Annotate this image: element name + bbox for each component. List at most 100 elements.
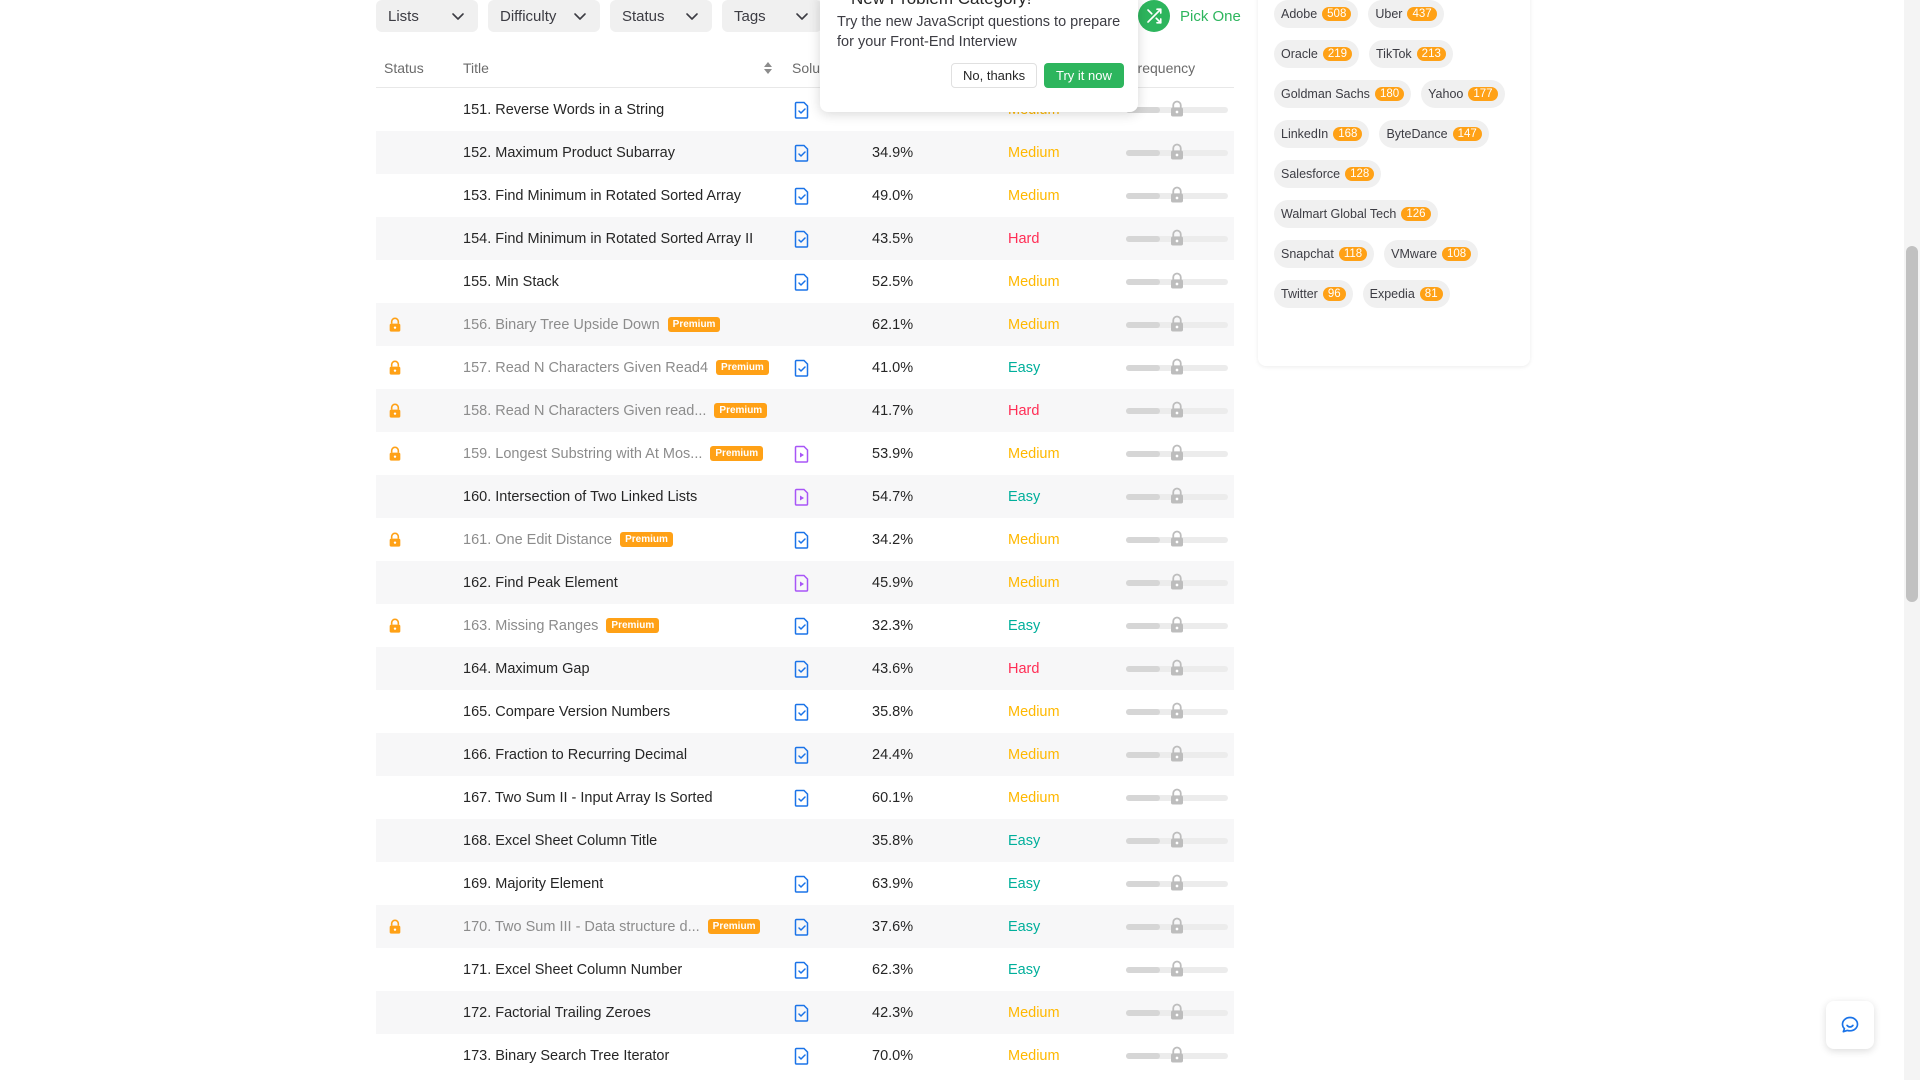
problem-title-link[interactable]: 162. Find Peak Element [463, 575, 618, 591]
table-row[interactable]: 173. Binary Search Tree Iterator 70.0% Med… [376, 1034, 1234, 1077]
frequency-bar[interactable] [1126, 487, 1228, 507]
frequency-bar[interactable] [1126, 401, 1228, 421]
table-row[interactable]: 162. Find Peak Element 45.9% Medium [376, 561, 1234, 604]
frequency-bar[interactable] [1126, 702, 1228, 722]
frequency-bar[interactable] [1126, 788, 1228, 808]
table-row[interactable]: 156. Binary Tree Upside Down Premium 62.1%… [376, 303, 1234, 346]
table-row[interactable]: 171. Excel Sheet Column Number 62.3% Easy [376, 948, 1234, 991]
table-row[interactable]: 152. Maximum Product Subarray 34.9% Medium [376, 131, 1234, 174]
filter-difficulty-dropdown[interactable]: Difficulty [488, 0, 600, 32]
problem-title-link[interactable]: 172. Factorial Trailing Zeroes [463, 1005, 651, 1021]
header-title[interactable]: Title [463, 60, 489, 76]
sort-icon[interactable] [763, 60, 773, 76]
solution-article-icon[interactable] [793, 358, 811, 378]
frequency-bar[interactable] [1126, 960, 1228, 980]
company-tag[interactable]: ByteDance 147 [1379, 120, 1489, 148]
solution-article-icon[interactable] [793, 659, 811, 679]
solution-article-icon[interactable] [793, 702, 811, 722]
table-row[interactable]: 158. Read N Characters Given read... Prem… [376, 389, 1234, 432]
solution-article-icon[interactable] [793, 1003, 811, 1023]
solution-video-icon[interactable] [793, 487, 811, 507]
problem-title-link[interactable]: 157. Read N Characters Given Read4 Premiu… [463, 360, 769, 376]
company-tag[interactable]: Expedia 81 [1362, 280, 1450, 308]
company-tag[interactable]: Yahoo 177 [1421, 80, 1505, 108]
solution-article-icon[interactable] [793, 917, 811, 937]
problem-title-link[interactable]: 163. Missing Ranges Premium [463, 618, 660, 634]
try-it-now-button[interactable]: Try it now [1044, 63, 1124, 88]
company-tag[interactable]: Oracle 219 [1274, 40, 1360, 68]
table-row[interactable]: 160. Intersection of Two Linked Lists 54.… [376, 475, 1234, 518]
solution-article-icon[interactable] [793, 272, 811, 292]
table-row[interactable]: 169. Majority Element 63.9% Easy [376, 862, 1234, 905]
table-row[interactable]: 168. Excel Sheet Column Title 35.8% Easy [376, 819, 1234, 862]
company-tag[interactable]: Twitter 96 [1274, 280, 1353, 308]
company-tag[interactable]: Adobe 508 [1274, 0, 1359, 28]
header-status[interactable]: Status [384, 60, 424, 76]
solution-video-icon[interactable] [793, 444, 811, 464]
table-row[interactable]: 164. Maximum Gap 43.6% Hard [376, 647, 1234, 690]
table-row[interactable]: 172. Factorial Trailing Zeroes 42.3% Mediu… [376, 991, 1234, 1034]
frequency-bar[interactable] [1126, 1003, 1228, 1023]
solution-article-icon[interactable] [793, 874, 811, 894]
problem-title-link[interactable]: 166. Fraction to Recurring Decimal [463, 747, 687, 763]
solution-article-icon[interactable] [793, 229, 811, 249]
problem-title-link[interactable]: 170. Two Sum III - Data structure d... Pr… [463, 919, 761, 935]
table-row[interactable]: 153. Find Minimum in Rotated Sorted Arra… [376, 174, 1234, 217]
table-row[interactable]: 166. Fraction to Recurring Decimal 24.4% M… [376, 733, 1234, 776]
table-row[interactable]: 163. Missing Ranges Premium 32.3% Easy [376, 604, 1234, 647]
problem-title-link[interactable]: 164. Maximum Gap [463, 661, 590, 677]
problem-title-link[interactable]: 160. Intersection of Two Linked Lists [463, 489, 697, 505]
solution-article-icon[interactable] [793, 616, 811, 636]
frequency-bar[interactable] [1126, 358, 1228, 378]
feedback-chat-button[interactable] [1826, 1001, 1874, 1049]
problem-title-link[interactable]: 167. Two Sum II - Input Array Is Sorted [463, 790, 713, 806]
solution-article-icon[interactable] [793, 186, 811, 206]
frequency-bar[interactable] [1126, 659, 1228, 679]
frequency-bar[interactable] [1126, 573, 1228, 593]
frequency-bar[interactable] [1126, 917, 1228, 937]
problem-title-link[interactable]: 151. Reverse Words in a String [463, 102, 664, 118]
problem-title-link[interactable]: 153. Find Minimum in Rotated Sorted Arra… [463, 188, 741, 204]
problem-title-link[interactable]: 154. Find Minimum in Rotated Sorted Arra… [463, 231, 753, 247]
frequency-bar[interactable] [1126, 874, 1228, 894]
frequency-bar[interactable] [1126, 229, 1228, 249]
filter-status-dropdown[interactable]: Status [610, 0, 712, 32]
frequency-bar[interactable] [1126, 143, 1228, 163]
pick-one-button[interactable]: Pick One [1138, 0, 1241, 32]
problem-title-link[interactable]: 155. Min Stack [463, 274, 559, 290]
company-tag[interactable]: Uber 437 [1368, 0, 1444, 28]
frequency-bar[interactable] [1126, 100, 1228, 120]
solution-article-icon[interactable] [793, 143, 811, 163]
table-row[interactable]: 167. Two Sum II - Input Array Is Sorted 6… [376, 776, 1234, 819]
frequency-bar[interactable] [1126, 444, 1228, 464]
company-tag[interactable]: Goldman Sachs 180 [1274, 80, 1412, 108]
frequency-bar[interactable] [1126, 616, 1228, 636]
table-row[interactable]: 161. One Edit Distance Premium 34.2% Medium [376, 518, 1234, 561]
frequency-bar[interactable] [1126, 186, 1228, 206]
solution-article-icon[interactable] [793, 745, 811, 765]
company-tag[interactable]: Snapchat 118 [1274, 240, 1375, 268]
problem-title-link[interactable]: 165. Compare Version Numbers [463, 704, 670, 720]
problem-title-link[interactable]: 168. Excel Sheet Column Title [463, 833, 657, 849]
frequency-bar[interactable] [1126, 745, 1228, 765]
company-tag[interactable]: TikTok 213 [1369, 40, 1453, 68]
solution-article-icon[interactable] [793, 530, 811, 550]
header-frequency[interactable]: Frequency [1129, 60, 1195, 76]
company-tag[interactable]: Salesforce 128 [1274, 160, 1382, 188]
problem-title-link[interactable]: 158. Read N Characters Given read... Prem… [463, 403, 768, 419]
company-tag[interactable]: Walmart Global Tech 126 [1274, 200, 1438, 228]
company-tag[interactable]: VMware 108 [1384, 240, 1479, 268]
table-row[interactable]: 170. Two Sum III - Data structure d... Pr… [376, 905, 1234, 948]
scrollbar-thumb[interactable] [1906, 246, 1918, 602]
problem-title-link[interactable]: 161. One Edit Distance Premium [463, 532, 673, 548]
solution-article-icon[interactable] [793, 960, 811, 980]
page-scrollbar[interactable] [1904, 0, 1920, 1080]
solution-article-icon[interactable] [793, 788, 811, 808]
frequency-bar[interactable] [1126, 1046, 1228, 1066]
frequency-bar[interactable] [1126, 530, 1228, 550]
problem-title-link[interactable]: 173. Binary Search Tree Iterator [463, 1048, 669, 1064]
filter-lists-dropdown[interactable]: Lists [376, 0, 478, 32]
frequency-bar[interactable] [1126, 272, 1228, 292]
solution-article-icon[interactable] [793, 100, 811, 120]
solution-video-icon[interactable] [793, 573, 811, 593]
